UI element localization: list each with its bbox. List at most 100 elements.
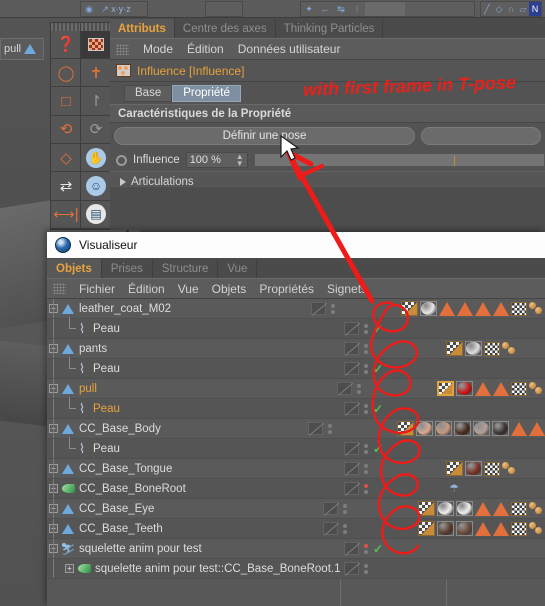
scene-object-chip[interactable]: pull [0,38,44,60]
tree-row-tags-cell[interactable] [446,339,545,358]
tree-row-tags-cell[interactable] [446,319,545,338]
material-tag-icon[interactable] [454,421,471,436]
tree-row[interactable]: +CC_Base_Teeth [47,519,545,539]
tree-row-label-cell[interactable]: −leather_coat_M02 [47,299,307,318]
selection-tag-icon[interactable] [475,301,491,316]
toolbar-group-coords[interactable] [205,1,243,17]
selection-tag-icon[interactable] [493,521,509,536]
tree-row[interactable]: −CC_Base_Body [47,419,545,439]
selection-tag-icon[interactable] [457,301,473,316]
tab-prises[interactable]: Prises [101,259,153,278]
tree-row[interactable]: −pull [47,379,545,399]
material-tag-icon[interactable] [456,501,473,516]
tree-object-name[interactable]: Peau [93,403,120,415]
tree-row[interactable]: −⛷squelette anim pour test ✓ [47,539,545,559]
tool-column-selection[interactable]: ❓ ◯ □ ⟲ ◇ ⇄ ⟷| [50,22,82,230]
uv-tag-icon[interactable] [484,461,500,476]
layer-swatch[interactable] [344,542,359,555]
visibility-dots[interactable] [364,543,368,554]
layer-swatch[interactable] [344,342,359,355]
object-tree[interactable]: −leather_coat_M02 ⌇ Peau ✓ −pants ⌇ Peau ✓ −pull… [47,299,545,606]
visibility-dots[interactable] [364,403,368,414]
influence-slider-track[interactable] [253,153,545,167]
selection-tag-icon[interactable] [529,421,545,436]
tree-row-label-cell[interactable]: ⌇ Peau [47,317,340,338]
enabled-check-icon[interactable]: ✓ [373,362,383,376]
toolbar-group-right[interactable]: ╱ ◇ ∩ ▱ N [480,1,542,17]
selection-tag-icon[interactable] [475,501,491,516]
character-figure-icon[interactable]: ✋ [81,144,111,173]
weight-tag-icon[interactable] [418,501,435,516]
menu-vis-edition[interactable]: Édition [128,282,165,296]
tab-structure[interactable]: Structure [152,259,219,278]
selection-tag-icon[interactable] [493,501,509,516]
tree-object-name[interactable]: squelette anim pour test [79,543,202,555]
material-tag-icon[interactable] [492,421,509,436]
tree-object-name[interactable]: pants [79,343,107,355]
enabled-check-icon[interactable]: ✓ [373,322,383,336]
live-selection-icon[interactable]: ◯ [51,59,81,88]
weight-tag-icon[interactable] [437,381,454,396]
tree-row-tags-cell[interactable] [446,439,545,458]
tree-row-tags-cell[interactable] [437,379,545,398]
enabled-check-icon[interactable]: ✓ [373,442,383,456]
visibility-dots[interactable] [364,363,368,374]
layer-swatch[interactable] [323,502,339,515]
walk-cycle-icon[interactable]: ☺ [81,172,111,201]
selection-tag-icon[interactable] [511,421,527,436]
tree-row-tags-cell[interactable] [397,419,545,438]
selection-tag-icon[interactable] [493,301,509,316]
layer-swatch[interactable] [323,522,339,535]
tree-row[interactable]: ⌇ Peau ✓ [47,397,545,419]
visibility-dots[interactable] [364,323,368,334]
tab-objets[interactable]: Objets [47,259,102,278]
menu-signets[interactable]: Signets [327,282,367,296]
nitro-plugin-icon[interactable]: N [529,2,541,16]
uv-tag-icon[interactable] [511,301,527,316]
material-tag-icon[interactable] [456,381,473,396]
tree-row-label-cell[interactable]: ⌇ Peau [47,437,340,458]
set-pose-button[interactable]: Définir une pose [114,127,415,145]
visualiseur-menu-grip-icon[interactable] [53,283,66,294]
tree-object-name[interactable]: Peau [93,323,120,335]
tree-row-tags-cell[interactable] [401,299,545,318]
material-tag-icon[interactable] [437,501,454,516]
tree-row-label-cell[interactable]: −CC_Base_Body [47,419,304,438]
menu-grip-icon[interactable] [116,43,129,55]
weight-tag-icon[interactable] [401,301,418,316]
joint-tool-icon[interactable]: ✦ [301,2,317,16]
tree-row-tags-cell[interactable] [446,399,545,418]
menu-donnees-utilisateur[interactable]: Données utilisateur [238,42,341,56]
menu-fichier[interactable]: Fichier [79,282,115,296]
tree-row[interactable]: −pants [47,339,545,359]
tree-object-name[interactable]: pull [79,383,97,395]
material-tag-icon[interactable] [435,421,452,436]
tree-row[interactable]: + squelette anim pour test::CC_Base_BoneR… [47,559,545,579]
plane-icon[interactable]: ◇ [493,2,505,16]
tree-object-name[interactable]: squelette anim pour test::CC_Base_BoneRo… [95,563,340,575]
tree-row-tags-cell[interactable] [446,539,545,558]
tree-row-label-cell[interactable]: + squelette anim pour test::CC_Base_BoneR… [47,559,340,578]
vertex-map-tag-icon[interactable] [529,301,545,316]
tree-row-tags-cell[interactable] [418,499,545,518]
toolbar-value-field[interactable] [365,2,405,16]
visibility-dots[interactable] [364,463,368,474]
menu-edition[interactable]: Édition [187,42,224,56]
tree-row-label-cell[interactable]: +CC_Base_Eye [47,499,319,518]
influence-radio[interactable] [116,154,127,166]
tree-object-name[interactable]: leather_coat_M02 [79,303,171,315]
vertex-map-tag-icon[interactable] [529,521,545,536]
material-tag-icon[interactable] [473,421,490,436]
tree-row-label-cell[interactable]: −pants [47,339,340,358]
tree-row[interactable]: +CC_Base_Tongue [47,459,545,479]
tree-row[interactable]: −leather_coat_M02 [47,299,545,319]
selection-tag-icon[interactable] [439,301,455,316]
tree-row-label-cell[interactable]: −pull [47,379,333,398]
rotate-axis-icon[interactable]: ◉ [81,2,97,16]
visualiseur-title-bar[interactable]: Visualiseur [47,232,545,258]
tree-row-label-cell[interactable]: ⌇ Peau [47,397,340,418]
visibility-dots[interactable] [364,443,368,454]
menu-vis-vue[interactable]: Vue [178,282,199,296]
tree-row-label-cell[interactable]: +CC_Base_Teeth [47,519,319,538]
magnet-icon[interactable]: ∩ [505,2,517,16]
